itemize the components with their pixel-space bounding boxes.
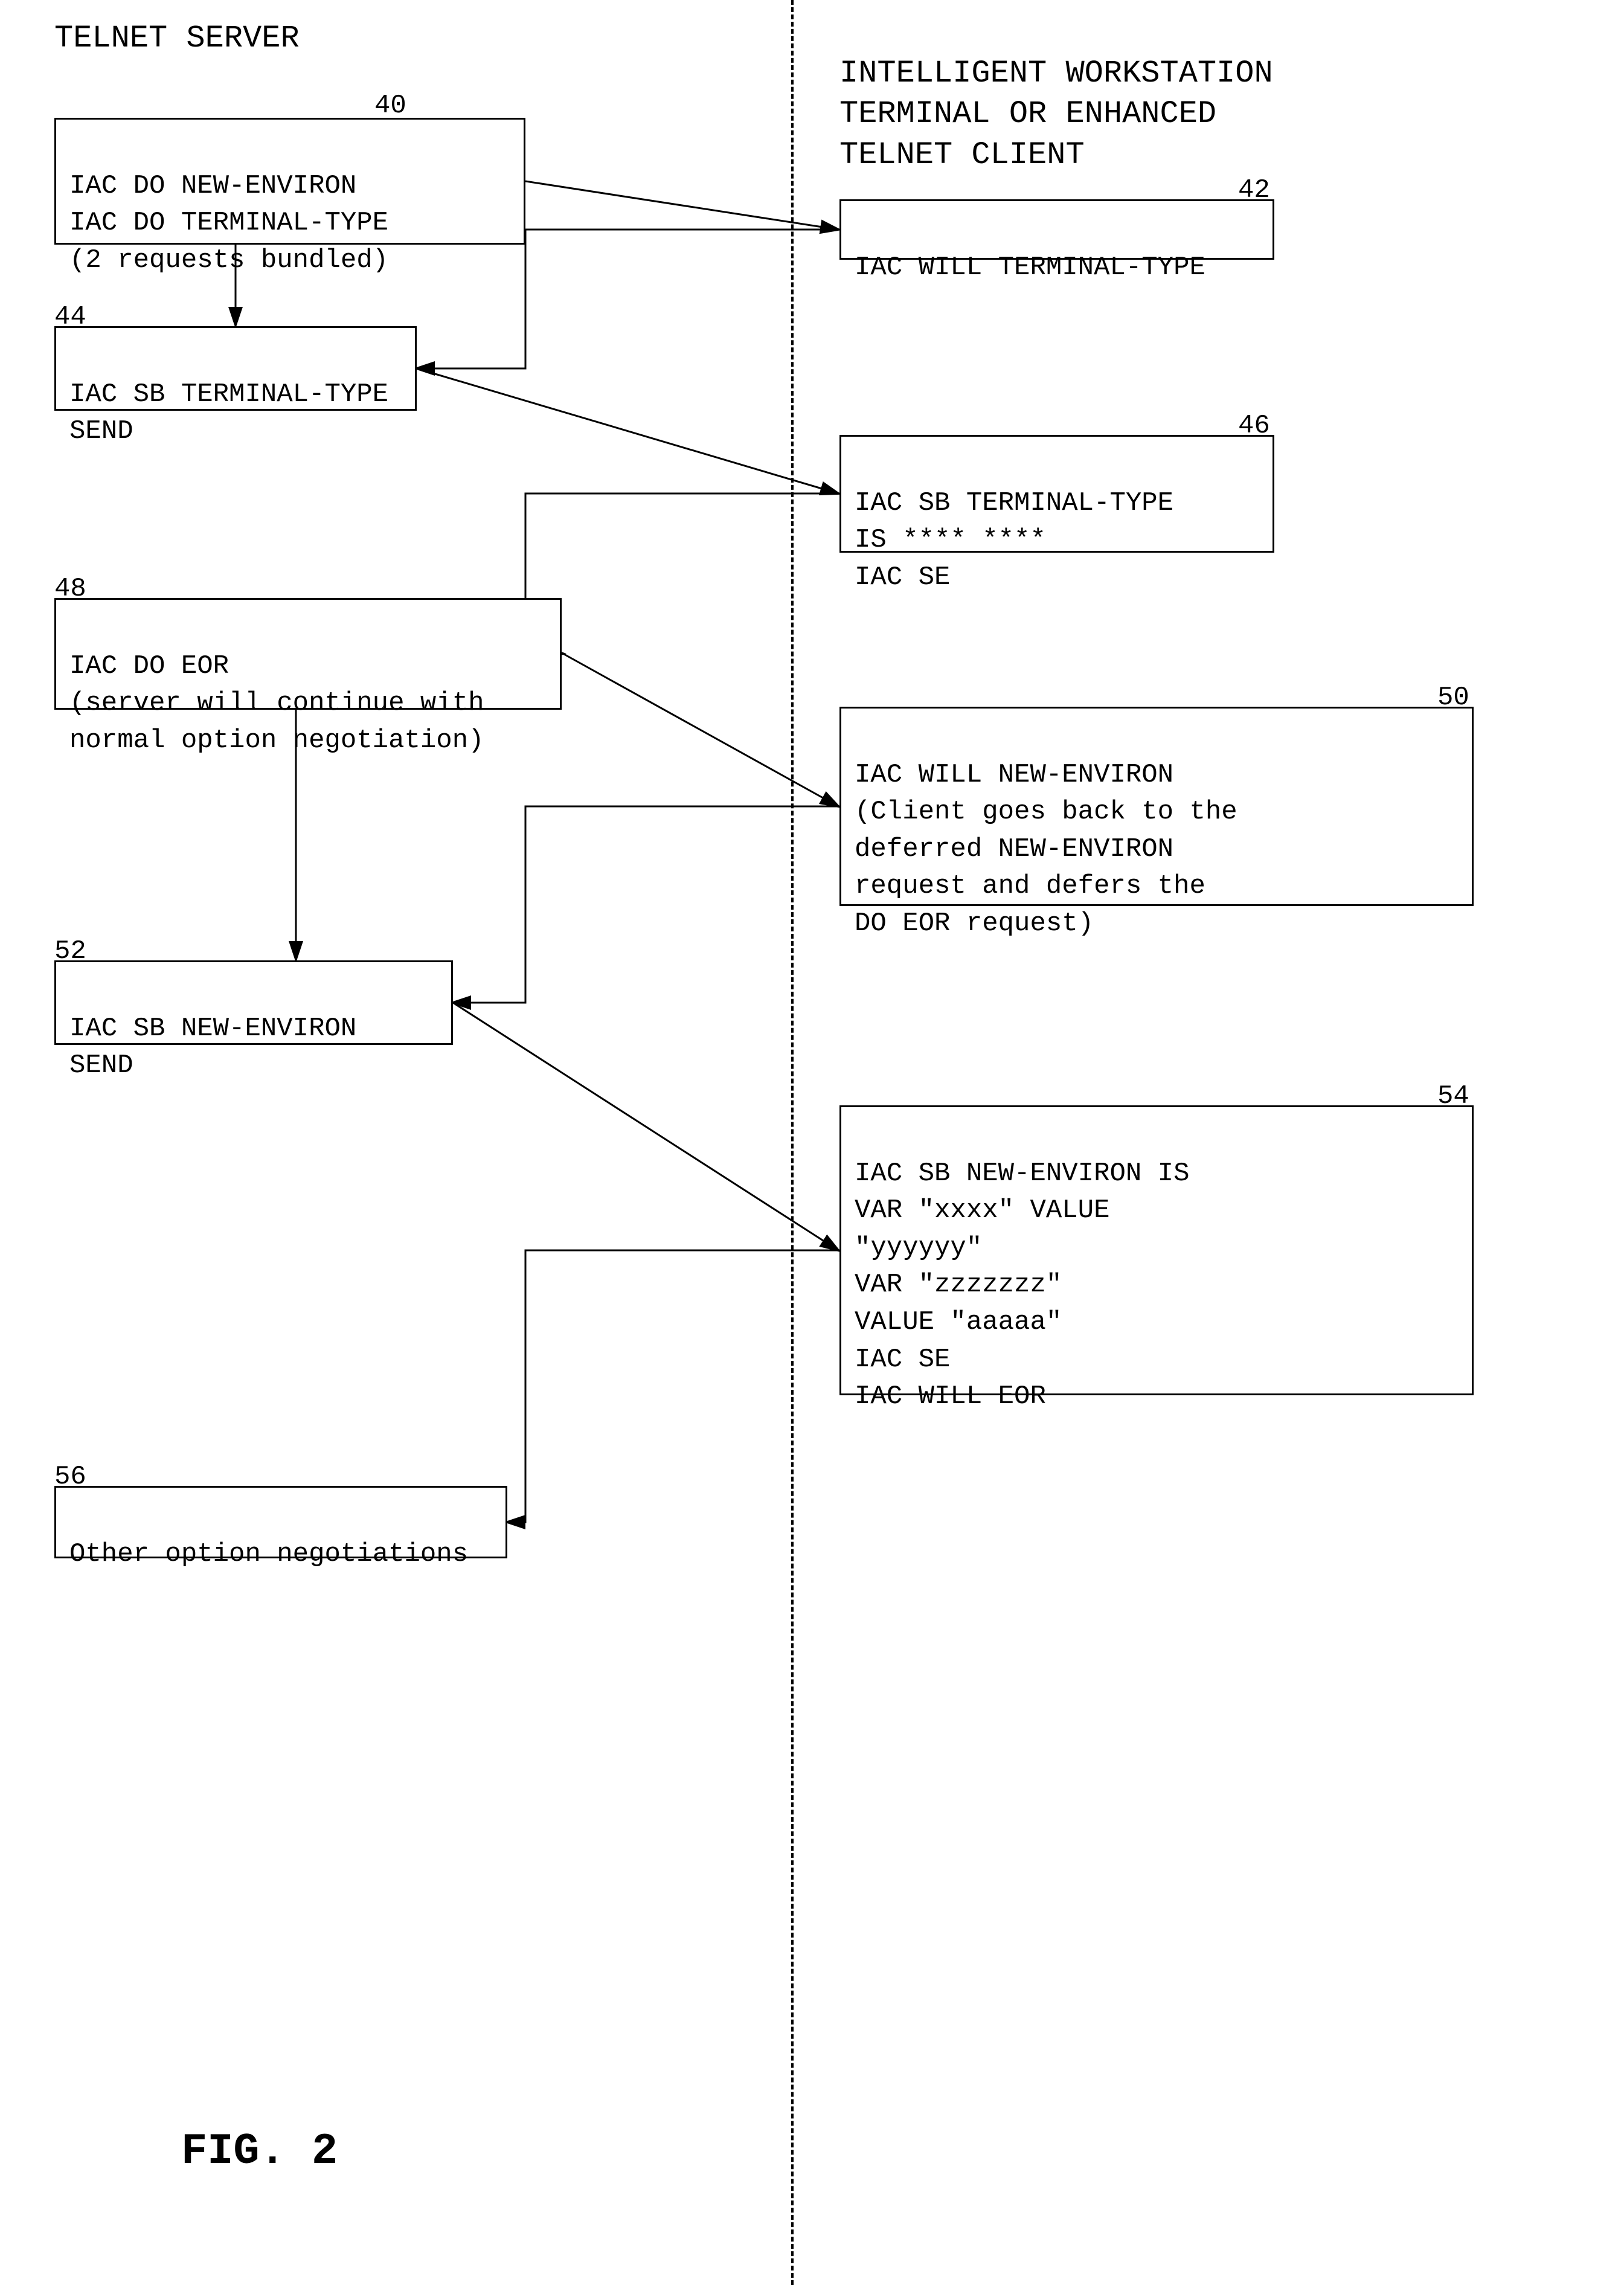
ref-50: 50 [1437, 683, 1469, 713]
box-46: IAC SB TERMINAL-TYPE IS **** **** IAC SE [839, 435, 1274, 553]
right-column-header: INTELLIGENT WORKSTATION TERMINAL OR ENHA… [839, 12, 1564, 175]
ref-52: 52 [54, 936, 86, 966]
ref-42: 42 [1238, 175, 1270, 205]
box-44: IAC SB TERMINAL-TYPE SEND [54, 326, 417, 411]
box-48-text: IAC DO EOR (server will continue with no… [69, 651, 484, 756]
ref-54: 54 [1437, 1081, 1469, 1111]
box-46-text: IAC SB TERMINAL-TYPE IS **** **** IAC SE [855, 488, 1173, 593]
ref-44: 44 [54, 302, 86, 332]
ref-46: 46 [1238, 411, 1270, 441]
box-40: IAC DO NEW-ENVIRON IAC DO TERMINAL-TYPE … [54, 118, 525, 245]
box-42-text: IAC WILL TERMINAL-TYPE [855, 252, 1205, 283]
box-48: IAC DO EOR (server will continue with no… [54, 598, 562, 710]
box-50-text: IAC WILL NEW-ENVIRON (Client goes back t… [855, 760, 1237, 939]
box-42: IAC WILL TERMINAL-TYPE [839, 199, 1274, 260]
figure-label: FIG. 2 [181, 2127, 338, 2176]
ref-48: 48 [54, 574, 86, 604]
box-44-text: IAC SB TERMINAL-TYPE SEND [69, 379, 388, 447]
center-divider [791, 0, 794, 2285]
box-40-text: IAC DO NEW-ENVIRON IAC DO TERMINAL-TYPE … [69, 171, 388, 275]
box-54: IAC SB NEW-ENVIRON IS VAR "xxxx" VALUE "… [839, 1105, 1474, 1395]
ref-40: 40 [374, 91, 406, 121]
box-50: IAC WILL NEW-ENVIRON (Client goes back t… [839, 707, 1474, 906]
diagram-container: TELNET SERVER INTELLIGENT WORKSTATION TE… [0, 0, 1624, 2285]
box-56-text: Other option negotiations [69, 1539, 468, 1569]
ref-56: 56 [54, 1462, 86, 1492]
box-52-text: IAC SB NEW-ENVIRON SEND [69, 1014, 356, 1081]
box-54-text: IAC SB NEW-ENVIRON IS VAR "xxxx" VALUE "… [855, 1159, 1190, 1412]
box-52: IAC SB NEW-ENVIRON SEND [54, 960, 453, 1045]
box-56: Other option negotiations [54, 1486, 507, 1558]
left-column-header: TELNET SERVER [54, 18, 300, 59]
